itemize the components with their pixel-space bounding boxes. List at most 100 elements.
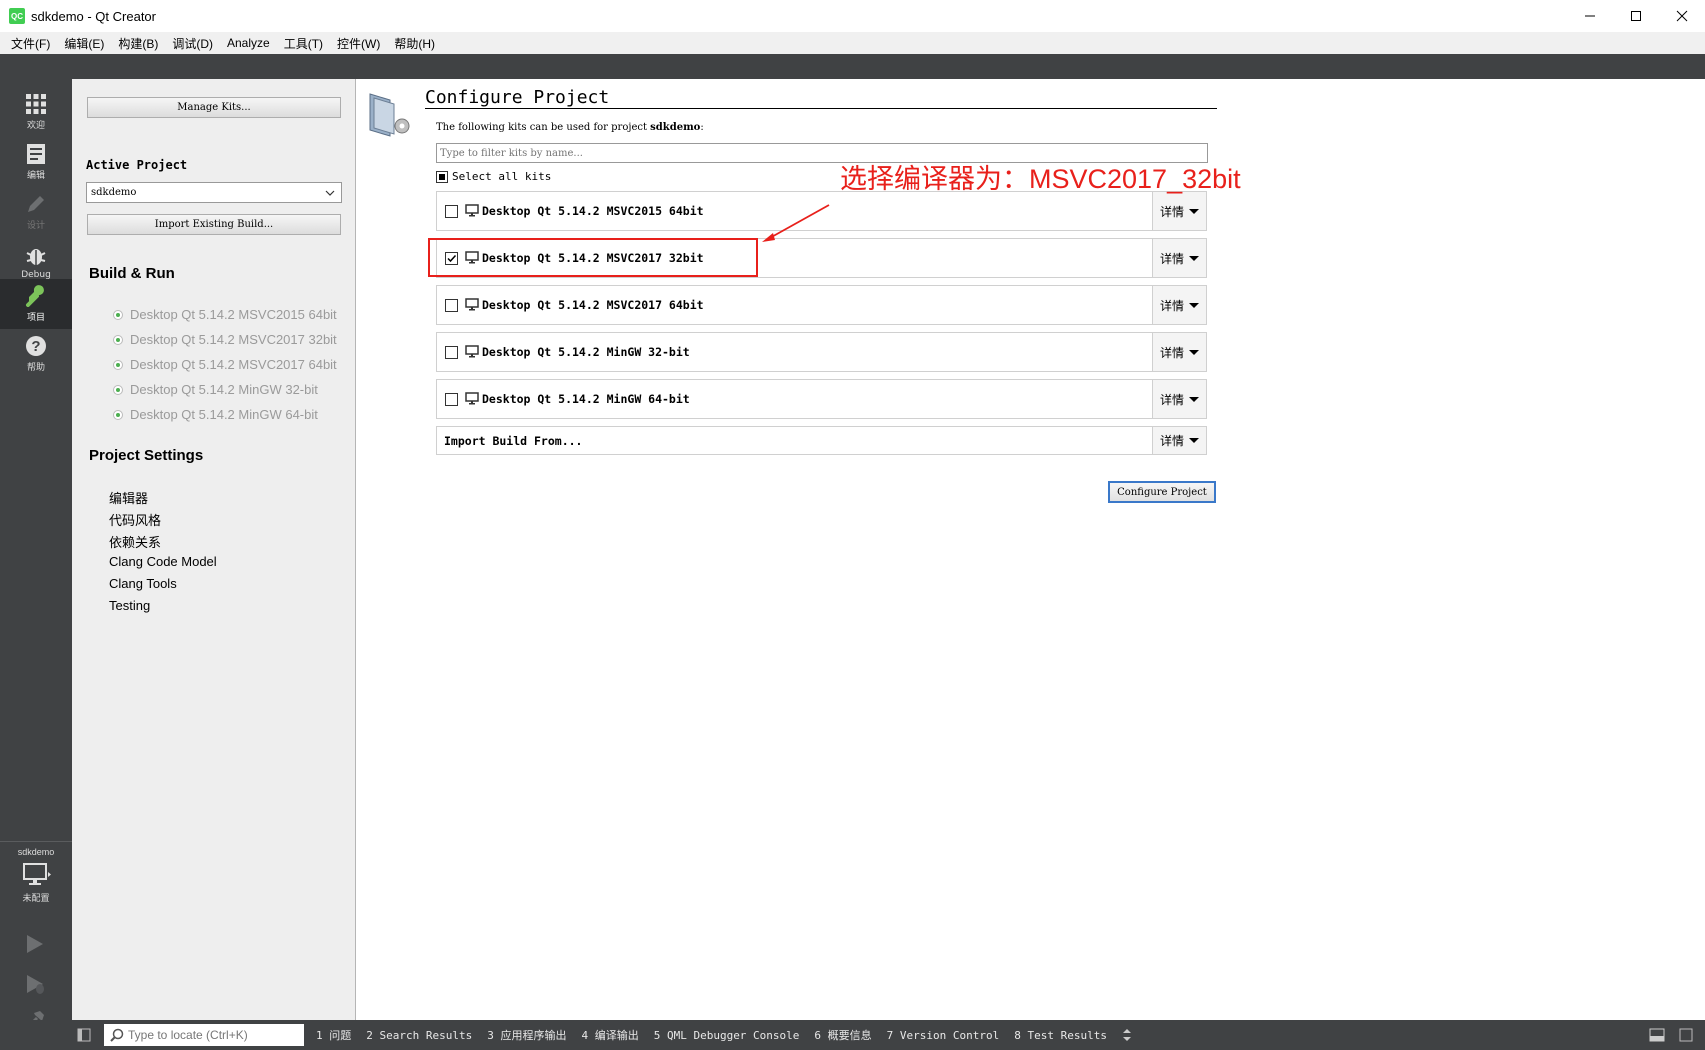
window-title: sdkdemo - Qt Creator bbox=[31, 8, 156, 24]
minimize-icon bbox=[1585, 15, 1595, 17]
mode-design-label: 设计 bbox=[26, 221, 45, 231]
mode-help[interactable]: ? 帮助 bbox=[0, 329, 72, 379]
triangle-down-icon bbox=[1189, 438, 1199, 443]
kit-details-button[interactable]: 详情 bbox=[1152, 286, 1206, 324]
kit-details-button[interactable]: 详情 bbox=[1152, 380, 1206, 418]
mode-edit[interactable]: 编辑 bbox=[0, 137, 72, 187]
pane-search-results[interactable]: 2 Search Results bbox=[366, 1029, 472, 1042]
pane-qml-debugger-console[interactable]: 5 QML Debugger Console bbox=[654, 1029, 800, 1042]
triangle-down-icon bbox=[1189, 208, 1199, 214]
menu-file[interactable]: 文件(F) bbox=[4, 35, 57, 52]
minimize-button[interactable] bbox=[1567, 0, 1613, 32]
menu-edit[interactable]: 编辑(E) bbox=[57, 35, 111, 52]
monitor-icon bbox=[23, 863, 51, 885]
build-run-kit[interactable]: Desktop Qt 5.14.2 MSVC2015 64bit bbox=[113, 307, 337, 322]
mode-welcome[interactable]: 欢迎 bbox=[0, 87, 72, 137]
annotation-arrow-icon bbox=[762, 204, 830, 242]
mode-projects[interactable]: 项目 bbox=[0, 279, 72, 329]
triangle-down-icon bbox=[1189, 255, 1199, 261]
close-icon bbox=[1676, 10, 1688, 22]
window-controls bbox=[1567, 0, 1705, 32]
pane-issues[interactable]: 1 问题 bbox=[316, 1027, 351, 1043]
maximize-icon bbox=[1631, 11, 1641, 21]
kit-status-icon bbox=[113, 309, 123, 320]
kit-row[interactable]: Desktop Qt 5.14.2 MinGW 32-bit 详情 bbox=[436, 332, 1207, 372]
settings-item-clang-tools[interactable]: Clang Tools bbox=[109, 576, 177, 591]
triangle-down-icon bbox=[1189, 349, 1199, 355]
build-run-kit-label: Desktop Qt 5.14.2 MSVC2017 64bit bbox=[130, 357, 337, 372]
svg-text:?: ? bbox=[31, 338, 40, 355]
kit-details-button[interactable]: 详情 bbox=[1152, 192, 1206, 230]
build-run-kit[interactable]: Desktop Qt 5.14.2 MSVC2017 64bit bbox=[113, 357, 337, 372]
kit-name: Desktop Qt 5.14.2 MSVC2017 64bit bbox=[482, 298, 704, 312]
pane-general-messages[interactable]: 6 概要信息 bbox=[814, 1027, 871, 1043]
description-suffix: : bbox=[700, 122, 704, 133]
settings-item-dependencies[interactable]: 依赖关系 bbox=[109, 532, 161, 551]
active-project-value: sdkdemo bbox=[91, 187, 137, 198]
pane-test-results[interactable]: 8 Test Results bbox=[1014, 1029, 1107, 1042]
locator-placeholder: Type to locate (Ctrl+K) bbox=[128, 1028, 248, 1042]
kit-status-icon bbox=[113, 334, 123, 345]
target-project-name: sdkdemo bbox=[17, 847, 55, 857]
mode-design[interactable]: 设计 bbox=[0, 187, 72, 237]
close-button[interactable] bbox=[1659, 0, 1705, 32]
settings-item-code-style[interactable]: 代码风格 bbox=[109, 510, 161, 529]
kit-checkbox[interactable] bbox=[445, 299, 458, 312]
menu-help[interactable]: 帮助(H) bbox=[387, 35, 442, 52]
run-button[interactable] bbox=[24, 933, 46, 959]
build-run-kit[interactable]: Desktop Qt 5.14.2 MinGW 64-bit bbox=[113, 407, 318, 422]
kit-name: Desktop Qt 5.14.2 MinGW 64-bit bbox=[482, 392, 690, 406]
output-pane-toggle-icon[interactable] bbox=[1649, 1028, 1665, 1042]
manage-kits-button[interactable]: Manage Kits... bbox=[87, 97, 341, 118]
kit-row[interactable]: Desktop Qt 5.14.2 MSVC2017 64bit 详情 bbox=[436, 285, 1207, 325]
build-run-kit[interactable]: Desktop Qt 5.14.2 MinGW 32-bit bbox=[113, 382, 318, 397]
pane-version-control[interactable]: 7 Version Control bbox=[887, 1029, 1000, 1042]
locator-input[interactable]: Type to locate (Ctrl+K) bbox=[104, 1024, 304, 1046]
settings-item-clang-code-model[interactable]: Clang Code Model bbox=[109, 554, 217, 569]
kit-checkbox[interactable] bbox=[445, 393, 458, 406]
select-all-kits-checkbox[interactable]: Select all kits bbox=[436, 170, 551, 183]
pane-compile-output[interactable]: 4 编译输出 bbox=[581, 1027, 638, 1043]
annotation-text: 选择编译器为：MSVC2017_32bit bbox=[840, 164, 1241, 194]
menu-window[interactable]: 控件(W) bbox=[330, 35, 387, 52]
import-build-from-label: Import Build From... bbox=[444, 434, 583, 448]
select-all-label: Select all kits bbox=[452, 170, 552, 183]
settings-item-editor[interactable]: 编辑器 bbox=[109, 488, 148, 507]
settings-item-testing[interactable]: Testing bbox=[109, 598, 150, 613]
kit-checkbox[interactable] bbox=[445, 346, 458, 359]
kit-status-icon bbox=[113, 409, 123, 420]
import-build-details-button[interactable]: 详情 bbox=[1152, 427, 1206, 454]
run-icon bbox=[27, 935, 43, 953]
toolbar-strip bbox=[0, 54, 1705, 79]
kit-details-button[interactable]: 详情 bbox=[1152, 333, 1206, 371]
menu-analyze[interactable]: Analyze bbox=[220, 36, 277, 50]
kits-description: The following kits can be used for proje… bbox=[436, 122, 704, 133]
menu-tools[interactable]: 工具(T) bbox=[277, 35, 330, 52]
pane-application-output[interactable]: 3 应用程序输出 bbox=[487, 1027, 566, 1043]
maximize-button[interactable] bbox=[1613, 0, 1659, 32]
build-run-kit-label: Desktop Qt 5.14.2 MSVC2017 32bit bbox=[130, 332, 337, 347]
configure-project-button[interactable]: Configure Project bbox=[1108, 481, 1216, 503]
build-run-kit[interactable]: Desktop Qt 5.14.2 MSVC2017 32bit bbox=[113, 332, 337, 347]
kit-row[interactable]: Desktop Qt 5.14.2 MinGW 64-bit 详情 bbox=[436, 379, 1207, 419]
title-underline bbox=[425, 108, 1217, 109]
mode-help-label: 帮助 bbox=[26, 363, 45, 373]
right-sidebar-toggle-icon[interactable] bbox=[1679, 1028, 1693, 1042]
active-project-combo[interactable]: sdkdemo bbox=[86, 182, 342, 203]
partial-checkbox-icon bbox=[436, 170, 448, 183]
kit-checkbox[interactable] bbox=[445, 205, 458, 218]
annotation-highlight-box bbox=[428, 238, 758, 277]
import-build-row[interactable]: Import Build From... 详情 bbox=[436, 426, 1207, 455]
kit-details-button[interactable]: 详情 bbox=[1152, 239, 1206, 277]
debug-run-button[interactable] bbox=[24, 973, 46, 999]
menu-build[interactable]: 构建(B) bbox=[111, 35, 165, 52]
up-down-arrows-icon[interactable] bbox=[1122, 1028, 1132, 1042]
menu-debug[interactable]: 调试(D) bbox=[165, 35, 220, 52]
bug-icon bbox=[26, 248, 46, 265]
description-prefix: The following kits can be used for proje… bbox=[436, 122, 651, 133]
help-icon: ? bbox=[26, 336, 46, 356]
sidebar-toggle-icon[interactable] bbox=[77, 1028, 91, 1042]
import-existing-build-button[interactable]: Import Existing Build... bbox=[87, 214, 341, 235]
target-selector[interactable]: 未配置 bbox=[0, 862, 72, 912]
description-project: sdkdemo bbox=[650, 122, 701, 133]
